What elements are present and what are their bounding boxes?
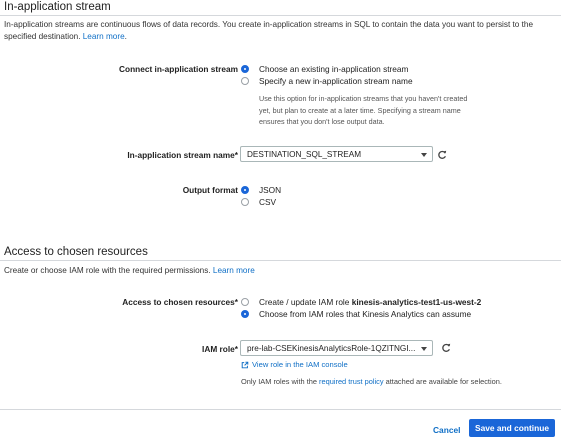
divider xyxy=(0,15,561,16)
radio-existing-stream[interactable] xyxy=(241,65,249,73)
learn-more-link[interactable]: Learn more xyxy=(83,32,125,41)
access-resources-label: Access to chosen resources* xyxy=(122,297,238,307)
divider xyxy=(0,409,561,410)
radio-create-role[interactable] xyxy=(241,298,249,306)
trust-note-text: attached are available for selection. xyxy=(383,377,502,386)
cancel-button[interactable]: Cancel xyxy=(433,425,460,435)
radio-csv[interactable] xyxy=(241,198,249,206)
iam-role-value: pre-lab-CSEKinesisAnalyticsRole-1QZITNGI… xyxy=(247,344,416,353)
learn-more-link[interactable]: Learn more xyxy=(213,266,255,275)
view-role-link[interactable]: View role in the IAM console xyxy=(252,360,348,369)
option-choose-role[interactable]: Choose from IAM roles that Kinesis Analy… xyxy=(259,309,471,319)
option-csv[interactable]: CSV xyxy=(259,197,276,207)
stream-name-label: In-application stream name* xyxy=(127,150,238,160)
chevron-down-icon xyxy=(421,153,427,157)
section-title-access: Access to chosen resources xyxy=(4,246,148,258)
divider xyxy=(0,260,561,261)
radio-new-stream[interactable] xyxy=(241,77,249,85)
refresh-icon[interactable] xyxy=(441,343,451,353)
trust-policy-link[interactable]: required trust policy xyxy=(319,377,384,386)
radio-json[interactable] xyxy=(241,186,249,194)
trust-note-text: Only IAM roles with the xyxy=(241,377,320,386)
description-text: Create or choose IAM role with the requi… xyxy=(4,266,211,275)
iam-role-select[interactable]: pre-lab-CSEKinesisAnalyticsRole-1QZITNGI… xyxy=(240,340,433,356)
external-link-icon xyxy=(241,361,249,369)
section-description-stream: In-application streams are continuous fl… xyxy=(4,20,533,41)
option-new-stream[interactable]: Specify a new in-application stream name xyxy=(259,76,413,86)
new-stream-hint: Use this option for in-application strea… xyxy=(259,94,468,126)
option-existing-stream[interactable]: Choose an existing in-application stream xyxy=(259,64,408,74)
trust-policy-note: Only IAM roles with the required trust p… xyxy=(241,377,502,386)
iam-role-label: IAM role* xyxy=(202,344,238,354)
stream-name-value: DESTINATION_SQL_STREAM xyxy=(247,150,362,159)
option-json[interactable]: JSON xyxy=(259,185,281,195)
section-title-stream: In-application stream xyxy=(4,1,111,13)
connect-stream-label: Connect in-application stream xyxy=(119,64,238,74)
stream-name-select[interactable]: DESTINATION_SQL_STREAM xyxy=(240,146,433,162)
option-create-role[interactable]: Create / update IAM role kinesis-analyti… xyxy=(259,297,481,307)
chevron-down-icon xyxy=(421,347,427,351)
output-format-label: Output format xyxy=(182,185,238,195)
option-create-role-text: Create / update IAM role xyxy=(259,297,352,307)
radio-choose-role[interactable] xyxy=(241,310,249,318)
refresh-icon[interactable] xyxy=(437,150,447,160)
section-description-access: Create or choose IAM role with the requi… xyxy=(4,265,255,277)
save-and-continue-button[interactable]: Save and continue xyxy=(469,419,555,437)
option-create-role-name: kinesis-analytics-test1-us-west-2 xyxy=(351,297,482,307)
